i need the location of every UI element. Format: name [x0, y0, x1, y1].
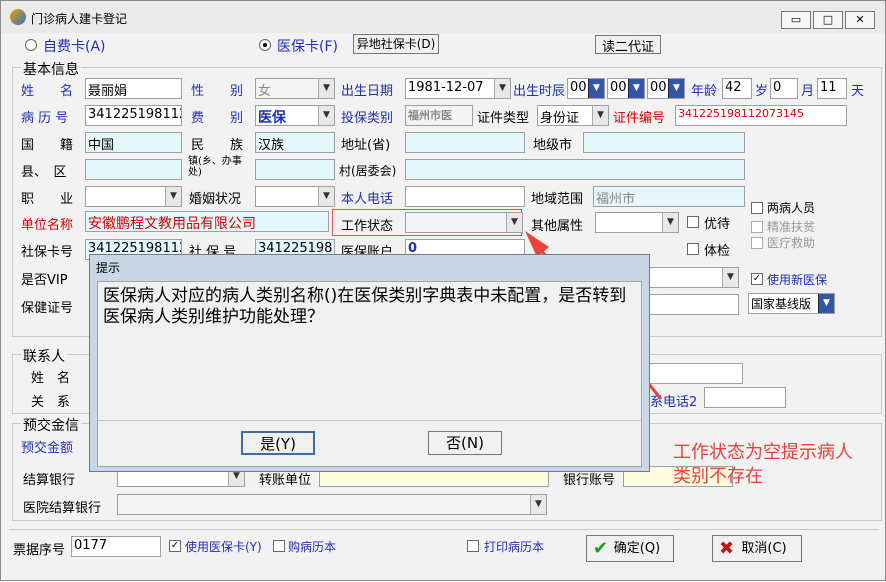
dialog-message: 医保病人对应的病人类别名称()在医保类别字典表中未配置，是否转到医保病人类别维护…	[103, 286, 627, 327]
annotation-text: 工作状态为空提示病人 类别不存在	[673, 441, 853, 489]
dialog-divider	[98, 420, 641, 421]
dialog-body: 医保病人对应的病人类别名称()在医保类别字典表中未配置，是否转到医保病人类别维护…	[97, 281, 642, 467]
main-window: 门诊病人建卡登记 ▭ □ ✕ 自费卡(A) 医保卡(F) 异地社保卡(D) 读二…	[0, 0, 886, 581]
annotation-line1: 工作状态为空提示病人	[673, 442, 853, 463]
annotation-line2: 类别不存在	[673, 466, 763, 487]
yes-button[interactable]: 是(Y)	[241, 431, 315, 455]
no-button[interactable]: 否(N)	[428, 431, 502, 455]
prompt-dialog: 提示 医保病人对应的病人类别名称()在医保类别字典表中未配置，是否转到医保病人类…	[89, 254, 650, 472]
dialog-title: 提示	[96, 261, 121, 275]
